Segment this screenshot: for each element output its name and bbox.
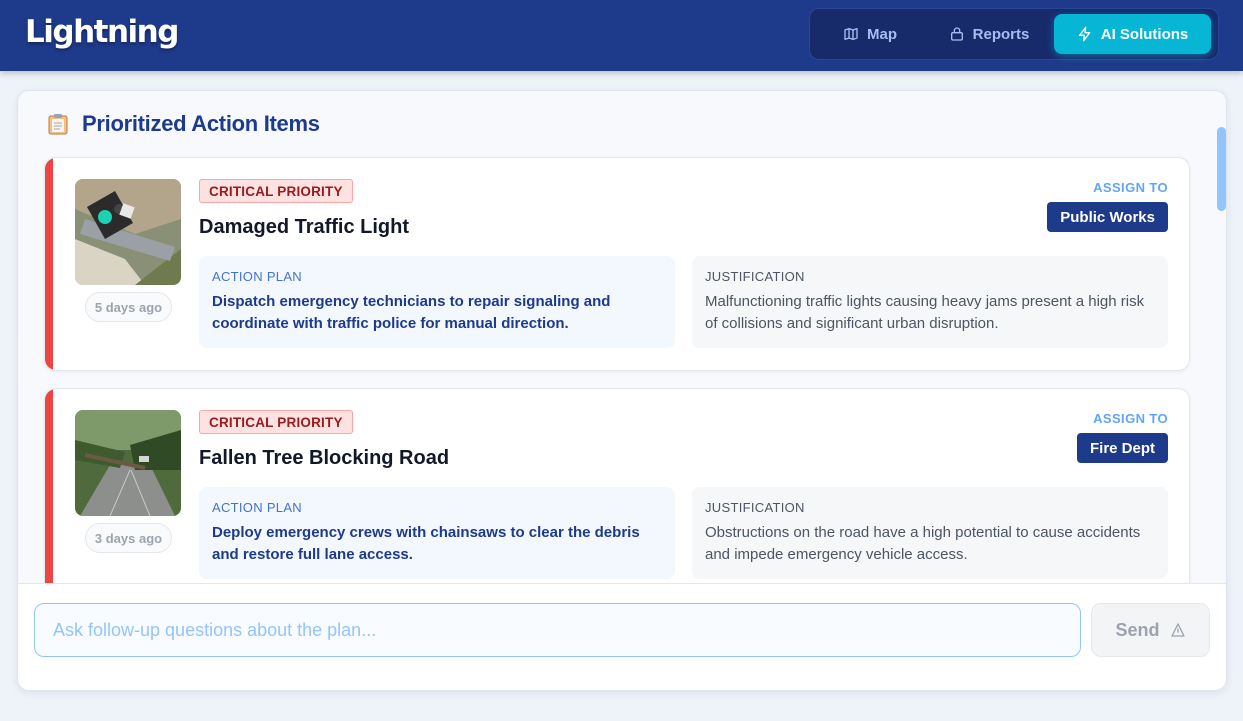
action-plan-label: ACTION PLAN bbox=[212, 269, 302, 284]
nav-map-button[interactable]: Map bbox=[828, 14, 912, 54]
section-title: Prioritized Action Items bbox=[82, 111, 320, 136]
justification-text: Malfunctioning traffic lights causing he… bbox=[705, 293, 1145, 332]
lightning-icon bbox=[1078, 26, 1091, 42]
priority-badge: CRITICAL PRIORITY bbox=[199, 179, 353, 203]
nav-reports-button[interactable]: Reports bbox=[934, 14, 1044, 54]
action-plan-label: ACTION PLAN bbox=[212, 500, 302, 515]
nav-reports-label: Reports bbox=[972, 25, 1030, 43]
issue-photo-traffic-light[interactable] bbox=[75, 179, 181, 285]
action-plan-box: ACTION PLAN Dispatch emergency technicia… bbox=[199, 256, 675, 348]
top-navigation-bar: Lightning Map Reports AI Solutions bbox=[0, 0, 1243, 71]
issue-title: Damaged Traffic Light bbox=[199, 216, 410, 238]
justification-box: JUSTIFICATION Obstructions on the road h… bbox=[692, 487, 1168, 579]
scrollbar-thumb[interactable] bbox=[1217, 127, 1226, 211]
justification-label: JUSTIFICATION bbox=[705, 500, 805, 515]
lock-icon bbox=[950, 27, 963, 41]
nav-ai-solutions-button[interactable]: AI Solutions bbox=[1054, 14, 1211, 54]
main-nav: Map Reports AI Solutions bbox=[809, 8, 1219, 60]
map-icon bbox=[844, 28, 858, 40]
priority-accent-bar bbox=[45, 158, 53, 370]
priority-badge: CRITICAL PRIORITY bbox=[199, 410, 353, 434]
issue-photo-fallen-tree[interactable] bbox=[75, 410, 181, 516]
assignee-chip[interactable]: Fire Dept bbox=[1076, 433, 1168, 463]
report-age: 5 days ago bbox=[85, 292, 172, 322]
action-plan-text: Dispatch emergency technicians to repair… bbox=[212, 293, 611, 332]
follow-up-question-input[interactable] bbox=[34, 603, 1081, 657]
priority-accent-bar bbox=[45, 389, 53, 601]
issue-title: Fallen Tree Blocking Road bbox=[199, 447, 450, 469]
send-label: Send bbox=[1115, 619, 1160, 640]
chat-bar: Send bbox=[18, 583, 1226, 690]
assign-to-label: ASSIGN TO bbox=[1093, 411, 1168, 426]
send-button[interactable]: Send bbox=[1091, 603, 1210, 657]
action-plan-text: Deploy emergency crews with chainsaws to… bbox=[212, 524, 640, 563]
justification-box: JUSTIFICATION Malfunctioning traffic lig… bbox=[692, 256, 1168, 348]
clipboard-icon bbox=[48, 114, 68, 135]
assignee-chip[interactable]: Public Works bbox=[1047, 202, 1168, 232]
section-header: Prioritized Action Items bbox=[48, 111, 320, 137]
assign-to-label: ASSIGN TO bbox=[1093, 180, 1168, 195]
app-logo[interactable]: Lightning bbox=[25, 14, 179, 50]
action-item-card: 5 days ago CRITICAL PRIORITY Damaged Tra… bbox=[44, 157, 1190, 371]
action-plan-box: ACTION PLAN Deploy emergency crews with … bbox=[199, 487, 675, 579]
report-age: 3 days ago bbox=[85, 523, 172, 553]
justification-text: Obstructions on the road have a high pot… bbox=[705, 524, 1141, 563]
nav-ai-solutions-label: AI Solutions bbox=[1100, 25, 1189, 43]
action-item-card: 3 days ago CRITICAL PRIORITY Fallen Tree… bbox=[44, 388, 1190, 602]
justification-label: JUSTIFICATION bbox=[705, 269, 805, 284]
action-items-panel: Prioritized Action Items 5 days ago CRIT… bbox=[17, 90, 1227, 691]
send-icon bbox=[1170, 623, 1185, 637]
nav-map-label: Map bbox=[867, 25, 897, 43]
